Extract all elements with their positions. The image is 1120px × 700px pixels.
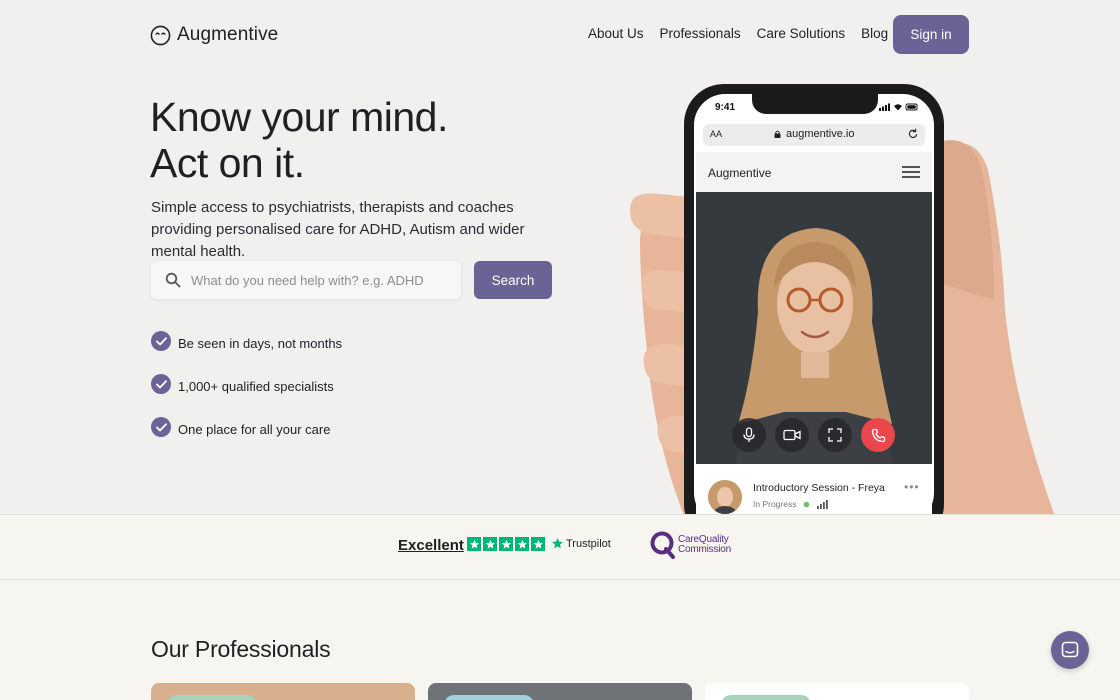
search-button[interactable]: Search <box>474 261 552 299</box>
cqc-logo[interactable]: CareQuality Commission <box>650 531 731 559</box>
live-indicator-icon <box>803 500 828 510</box>
chat-icon <box>1061 641 1079 658</box>
session-title: Introductory Session - Freya <box>753 482 885 494</box>
professionals-section: Our Professionals <box>0 580 1120 700</box>
star-icon <box>515 537 529 551</box>
professional-card[interactable] <box>428 683 692 700</box>
cqc-line-2: Commission <box>678 544 732 555</box>
status-icons <box>879 103 918 111</box>
hero-subtext: Simple access to psychiatrists, therapis… <box>151 199 525 260</box>
nav-professionals[interactable]: Professionals <box>660 26 741 41</box>
browser-url-bar[interactable]: AA augmentive.io <box>703 124 925 146</box>
reader-mode-button[interactable]: AA <box>710 129 722 139</box>
trust-bar: Excellent Trustpilot CareQuality Commiss… <box>0 514 1120 580</box>
professional-card[interactable] <box>151 683 415 700</box>
status-time: 9:41 <box>715 102 736 113</box>
star-icon <box>483 537 497 551</box>
more-options-icon[interactable]: ••• <box>904 480 920 494</box>
app-header: Augmentive <box>696 152 932 192</box>
feature-text: Be seen in days, not months <box>178 335 343 351</box>
card-badge <box>444 695 534 700</box>
nav-blog[interactable]: Blog <box>861 26 888 41</box>
search-input[interactable] <box>191 272 451 288</box>
reload-icon[interactable] <box>907 128 919 140</box>
card-badge <box>721 695 811 700</box>
cqc-text: CareQuality Commission <box>678 535 731 555</box>
nav-about-us[interactable]: About Us <box>588 26 644 41</box>
hero-section: Augmentive About Us Professionals Care S… <box>0 0 1120 514</box>
phone-icon <box>871 428 885 442</box>
trustpilot-rating-text[interactable]: Excellent <box>398 537 464 554</box>
headline-line-2: Act on it. <box>150 140 305 186</box>
feature-item: One place for all your care <box>151 417 342 437</box>
trustpilot-stars <box>467 537 545 551</box>
camera-button[interactable] <box>775 418 809 452</box>
feature-item: 1,000+ qualified specialists <box>151 374 342 394</box>
trustpilot-star-icon <box>552 538 563 549</box>
feature-text: One place for all your care <box>178 421 331 437</box>
end-call-button[interactable] <box>861 418 895 452</box>
logo[interactable]: Augmentive <box>150 24 278 46</box>
main-nav: About Us Professionals Care Solutions Bl… <box>588 26 888 41</box>
check-icon <box>151 417 171 437</box>
section-title: Our Professionals <box>151 636 331 662</box>
phone-notch <box>752 90 878 114</box>
check-icon <box>151 331 171 351</box>
session-card[interactable]: Introductory Session - Freya In Progress… <box>696 464 932 514</box>
star-icon <box>467 537 481 551</box>
fullscreen-icon <box>828 428 842 442</box>
mute-button[interactable] <box>732 418 766 452</box>
headline-line-1: Know your mind. <box>150 94 448 140</box>
video-camera-icon <box>783 429 801 441</box>
chat-launcher-button[interactable] <box>1051 631 1089 669</box>
url-text: augmentive.io <box>786 128 855 140</box>
avatar <box>708 480 742 514</box>
star-icon <box>499 537 513 551</box>
session-status-text: In Progress <box>753 499 797 509</box>
logo-icon <box>150 25 171 45</box>
professional-card[interactable] <box>705 683 969 700</box>
star-icon <box>531 537 545 551</box>
feature-list: Be seen in days, not months 1,000+ quali… <box>151 331 342 460</box>
logo-text: Augmentive <box>177 24 279 45</box>
trustpilot-logo[interactable]: Trustpilot <box>551 537 611 550</box>
feature-text: 1,000+ qualified specialists <box>178 378 334 394</box>
check-icon <box>151 374 171 394</box>
call-controls <box>732 418 895 452</box>
feature-item: Be seen in days, not months <box>151 331 342 351</box>
nav-care-solutions[interactable]: Care Solutions <box>757 26 846 41</box>
trustpilot-name: Trustpilot <box>566 537 611 550</box>
search-icon <box>165 272 181 288</box>
hamburger-menu-icon[interactable] <box>902 166 920 178</box>
app-title: Augmentive <box>708 166 772 180</box>
search-box <box>151 261 461 299</box>
sign-in-button[interactable]: Sign in <box>893 15 969 54</box>
cqc-q-icon <box>650 531 675 559</box>
fullscreen-button[interactable] <box>818 418 852 452</box>
hero-headline: Know your mind. Act on it. <box>150 94 448 186</box>
microphone-icon <box>743 427 755 442</box>
card-badge <box>167 695 257 700</box>
lock-icon <box>774 130 781 138</box>
session-status: In Progress <box>753 499 833 510</box>
